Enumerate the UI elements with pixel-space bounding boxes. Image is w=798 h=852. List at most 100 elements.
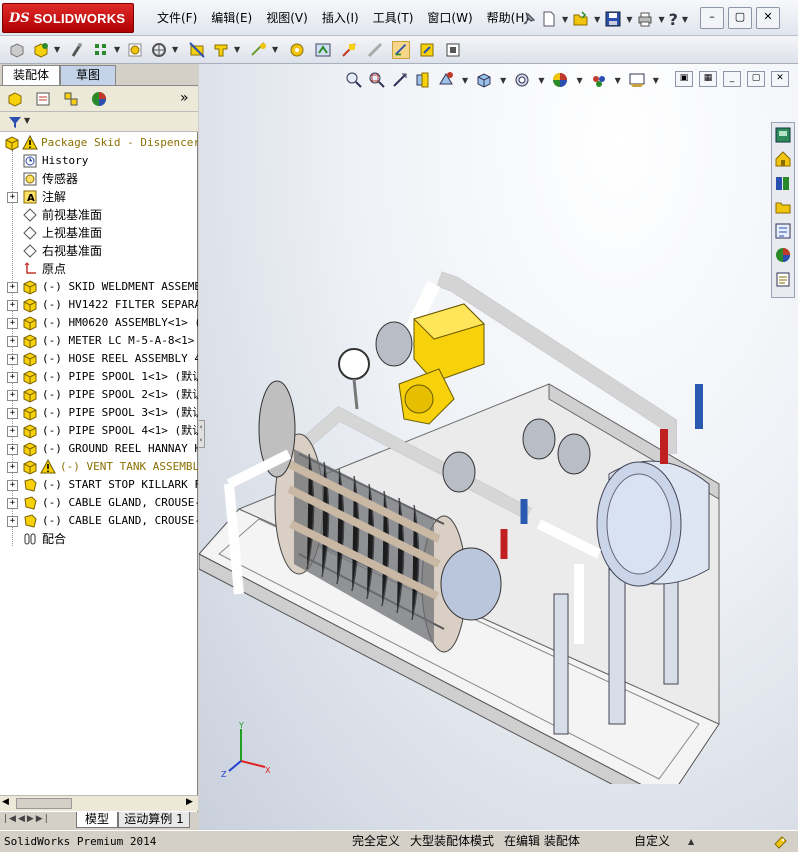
solidworks-resources-icon[interactable] <box>774 126 792 144</box>
expand-toggle[interactable]: + <box>7 480 18 491</box>
reference-geometry-icon[interactable] <box>250 41 268 59</box>
assembly-model[interactable] <box>199 224 798 784</box>
zoom-to-area-icon[interactable] <box>368 71 386 89</box>
mate-icon[interactable] <box>68 41 86 59</box>
chevron-down-icon[interactable]: ▼ <box>462 76 468 85</box>
tree-item[interactable]: 前视基准面 <box>0 206 198 224</box>
tree-item[interactable]: + (-) CABLE GLAND, CROUSE-HI <box>0 512 198 530</box>
insert-component-icon[interactable] <box>8 41 26 59</box>
chevron-down-icon[interactable]: ▼ <box>500 76 506 85</box>
view-orientation-icon[interactable] <box>475 71 493 89</box>
interference-detection-icon[interactable] <box>366 41 384 59</box>
help-icon[interactable]: ? <box>669 10 678 29</box>
tree-item[interactable]: + (-) START STOP KILLARK FXC <box>0 476 198 494</box>
menu-file[interactable]: 文件(F) <box>150 9 204 29</box>
solidworks-logo[interactable]: DS SOLIDWORKS <box>2 3 134 33</box>
new-document-icon[interactable] <box>540 10 558 28</box>
chevron-down-icon[interactable]: ▼ <box>272 45 278 54</box>
chevron-up-icon[interactable]: ▲ <box>688 837 694 846</box>
scroll-thumb[interactable] <box>16 798 72 809</box>
chevron-down-icon[interactable]: ▼ <box>576 76 582 85</box>
panel-collapse-handle[interactable]: ‹ ‹ <box>199 420 205 448</box>
edit-appearance-icon[interactable] <box>590 71 608 89</box>
apply-scene-icon[interactable] <box>628 71 646 89</box>
tree-item[interactable]: 传感器 <box>0 170 198 188</box>
expand-toggle[interactable]: + <box>7 498 18 509</box>
chevron-down-icon[interactable]: ▼ <box>24 116 30 125</box>
graphics-area[interactable]: ▼ ▼ ▼ ▼ ▼ ▼ ▣ ▦ _ ▢ ✕ Y X Z ‹ ‹ <box>199 64 798 830</box>
open-folder-icon[interactable] <box>572 10 590 28</box>
chevron-down-icon[interactable]: ▼ <box>114 45 120 54</box>
maximize-button[interactable]: ▢ <box>728 7 752 29</box>
chevron-down-icon[interactable]: ▼ <box>626 15 632 24</box>
tree-item[interactable]: + (-) HM0620 ASSEMBLY<1> (默 <box>0 314 198 332</box>
chevron-down-icon[interactable]: ▼ <box>594 15 600 24</box>
expand-toggle[interactable]: + <box>7 300 18 311</box>
update-speedpak-icon[interactable] <box>418 41 436 59</box>
hide-show-items-icon[interactable] <box>551 71 569 89</box>
tree-item[interactable]: + (-) METER LC M-5-A-8<1> (默 <box>0 332 198 350</box>
tree-item[interactable]: + (-) PIPE SPOOL 1<1> (默认< <box>0 368 198 386</box>
viewport-close-button[interactable]: ✕ <box>771 71 789 87</box>
tree-item[interactable]: + (-) PIPE SPOOL 4<1> (默认< <box>0 422 198 440</box>
tree-root[interactable]: Package Skid - Dispencer <box>0 134 198 152</box>
chevron-down-icon[interactable]: ▼ <box>615 76 621 85</box>
viewport-restore-button[interactable]: ▢ <box>747 71 765 87</box>
tab-sketch[interactable]: 草图 <box>60 65 116 85</box>
viewport-minimize-button[interactable]: _ <box>723 71 741 87</box>
tab-assembly[interactable]: 装配体 <box>2 65 60 85</box>
tree-item[interactable]: + (-) SKID WELDMENT ASSEMBLY <box>0 278 198 296</box>
display-manager-icon[interactable] <box>90 90 108 108</box>
tree-item[interactable]: + (-) HOSE REEL ASSEMBLY 40- <box>0 350 198 368</box>
expand-toggle[interactable]: + <box>7 516 18 527</box>
section-view-icon[interactable] <box>414 71 432 89</box>
scroll-left-arrow[interactable]: ◀ <box>2 797 9 807</box>
configuration-manager-icon[interactable] <box>62 90 80 108</box>
file-explorer-icon[interactable] <box>774 198 792 216</box>
assembly-features-icon[interactable] <box>212 41 230 59</box>
expand-toggle[interactable]: + <box>7 192 18 203</box>
tree-item[interactable]: + (-) PIPE SPOOL 2<1> (默认< <box>0 386 198 404</box>
show-hidden-components-icon[interactable] <box>188 41 206 59</box>
linear-pattern-icon[interactable] <box>92 41 110 59</box>
viewport-tile-button[interactable]: ▦ <box>699 71 717 87</box>
chevron-down-icon[interactable]: ▼ <box>682 15 688 24</box>
instant3d-icon[interactable] <box>392 41 410 59</box>
bill-of-materials-icon[interactable] <box>288 41 306 59</box>
expand-toggle[interactable]: + <box>7 444 18 455</box>
expand-toggle[interactable]: + <box>7 390 18 401</box>
tab-nav-arrows[interactable]: |◀◀▶▶| <box>4 814 76 824</box>
expand-toggle[interactable]: + <box>7 282 18 293</box>
tree-item[interactable]: 原点 <box>0 260 198 278</box>
expand-toggle[interactable]: + <box>7 426 18 437</box>
tab-motion-study[interactable]: 运动算例 1 <box>118 812 190 828</box>
feature-manager-icon[interactable] <box>6 90 24 108</box>
tree-item[interactable]: + (-) CABLE GLAND, CROUSE-HI <box>0 494 198 512</box>
pin-icon[interactable] <box>520 10 538 28</box>
design-library-icon[interactable] <box>774 174 792 192</box>
chevron-down-icon[interactable]: ▼ <box>538 76 544 85</box>
expand-toggle[interactable]: + <box>7 336 18 347</box>
expand-toggle[interactable]: + <box>7 372 18 383</box>
exploded-view-icon[interactable] <box>314 41 332 59</box>
tree-item[interactable]: + (-) GROUND REEL HANNAY HGR <box>0 440 198 458</box>
menu-insert[interactable]: 插入(I) <box>315 9 366 29</box>
chevron-down-icon[interactable]: ▼ <box>172 45 178 54</box>
expand-toggle[interactable]: + <box>7 408 18 419</box>
tree-item[interactable]: 上视基准面 <box>0 224 198 242</box>
save-icon[interactable] <box>604 10 622 28</box>
chevron-down-icon[interactable]: ▼ <box>658 15 664 24</box>
print-icon[interactable] <box>636 10 654 28</box>
explode-line-sketch-icon[interactable] <box>340 41 358 59</box>
chevron-down-icon[interactable]: ▼ <box>234 45 240 54</box>
previous-view-icon[interactable] <box>391 71 409 89</box>
menu-edit[interactable]: 编辑(E) <box>204 9 259 29</box>
tree-item[interactable]: History <box>0 152 198 170</box>
viewport-split-button[interactable]: ▣ <box>675 71 693 87</box>
tree-item[interactable]: + A 注解 <box>0 188 198 206</box>
panel-more-button[interactable]: » <box>180 90 189 106</box>
take-snapshot-icon[interactable] <box>444 41 462 59</box>
chevron-down-icon[interactable]: ▼ <box>653 76 659 85</box>
menu-tools[interactable]: 工具(T) <box>366 9 421 29</box>
new-part-icon[interactable] <box>32 41 50 59</box>
